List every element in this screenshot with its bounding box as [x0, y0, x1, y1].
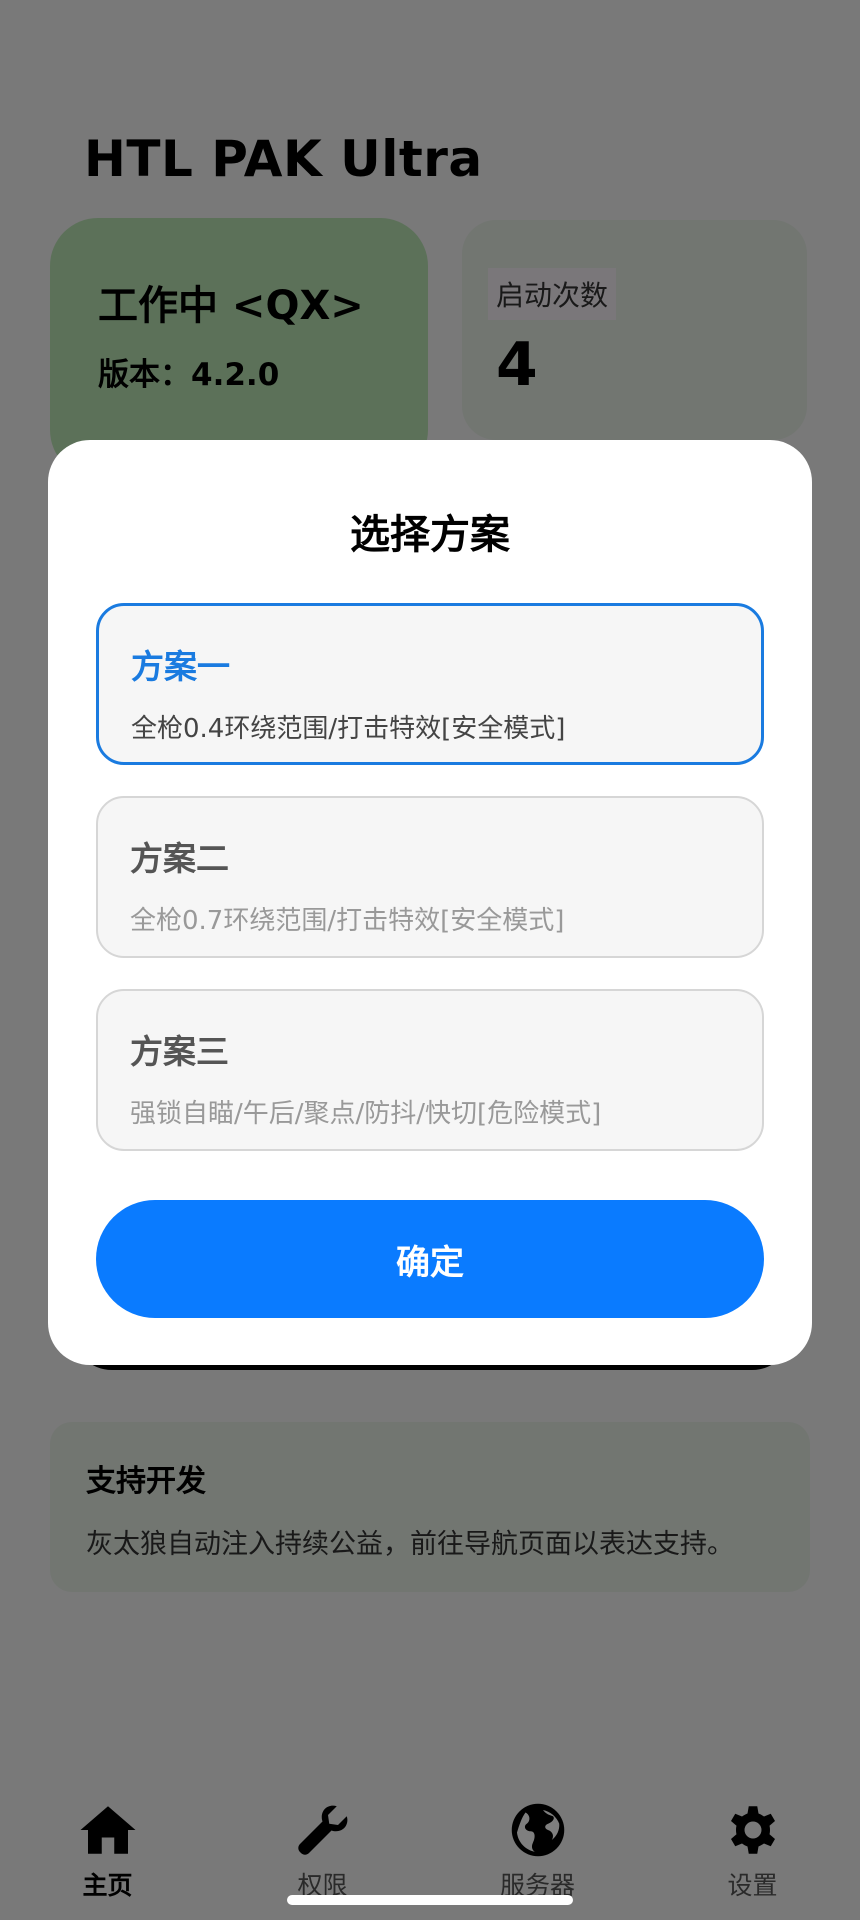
plan-option-desc: 全枪0.4环绕范围/打击特效[安全模式] — [131, 714, 566, 744]
dialog-title: 选择方案 — [350, 512, 510, 558]
confirm-button[interactable]: 确定 — [96, 1200, 764, 1318]
plan-option-desc: 全枪0.7环绕范围/打击特效[安全模式] — [130, 906, 565, 936]
plan-option-1[interactable]: 方案一 全枪0.4环绕范围/打击特效[安全模式] — [96, 603, 764, 765]
plan-option-title: 方案三 — [130, 1032, 229, 1071]
select-plan-dialog: 选择方案 方案一 全枪0.4环绕范围/打击特效[安全模式] 方案二 全枪0.7环… — [48, 440, 812, 1365]
plan-option-title: 方案一 — [131, 647, 230, 686]
plan-option-title: 方案二 — [130, 839, 229, 878]
home-indicator[interactable] — [287, 1895, 573, 1905]
plan-option-2[interactable]: 方案二 全枪0.7环绕范围/打击特效[安全模式] — [96, 796, 764, 958]
plan-option-desc: 强锁自瞄/午后/聚点/防抖/快切[危险模式] — [130, 1099, 602, 1129]
plan-option-3[interactable]: 方案三 强锁自瞄/午后/聚点/防抖/快切[危险模式] — [96, 989, 764, 1151]
